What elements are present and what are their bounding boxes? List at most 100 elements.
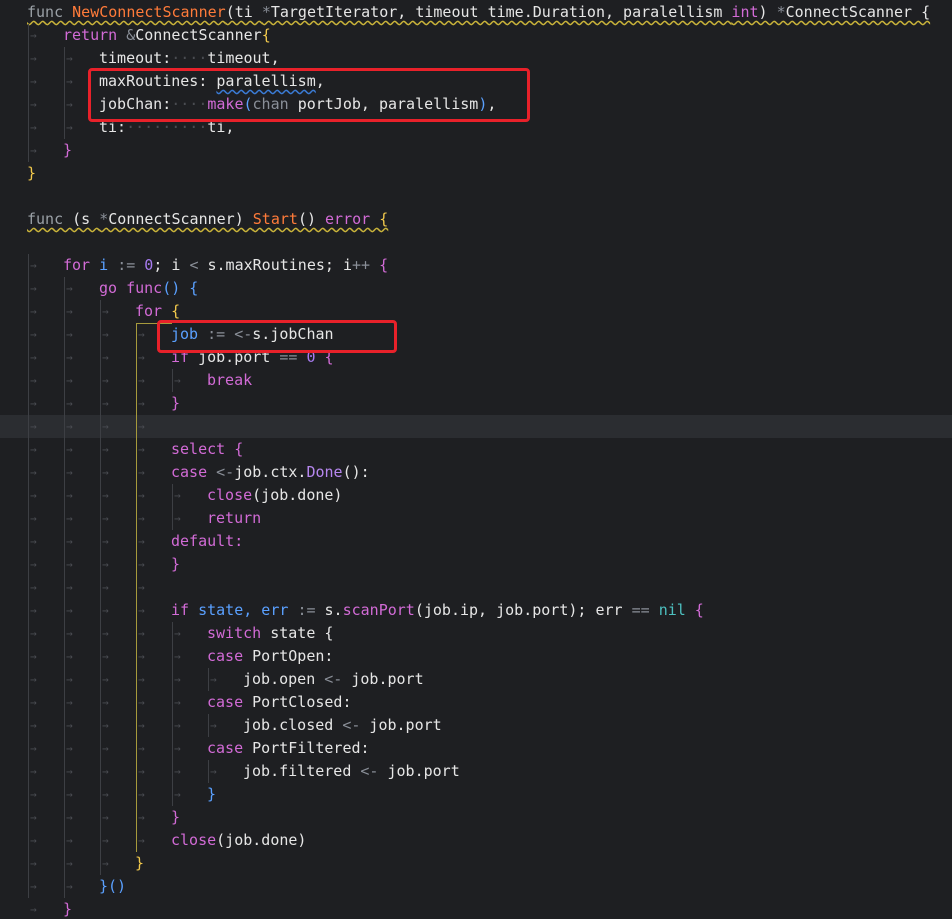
tab-marker-icon: → bbox=[102, 673, 109, 686]
code-token: case bbox=[207, 693, 253, 711]
code-line[interactable]: } bbox=[0, 162, 952, 185]
indent-guide bbox=[208, 760, 209, 783]
code-line[interactable]: → → → → select { bbox=[0, 438, 952, 461]
code-editor[interactable]: func NewConnectScanner(ti *TargetIterato… bbox=[0, 0, 952, 919]
code-line[interactable]: → → → → → case PortOpen: bbox=[0, 645, 952, 668]
code-token: switch bbox=[207, 624, 271, 642]
code-line[interactable]: → → → → → switch state { bbox=[0, 622, 952, 645]
code-token: PortClosed: bbox=[252, 693, 352, 711]
code-line[interactable] bbox=[0, 231, 952, 254]
tab-marker-icon: → bbox=[138, 719, 145, 732]
code-line[interactable]: → → → → →} bbox=[0, 783, 952, 806]
tab-marker-icon: → bbox=[30, 144, 37, 157]
code-token: close bbox=[207, 486, 253, 504]
tab-marker-icon: → bbox=[66, 328, 73, 341]
code-token: func bbox=[27, 210, 73, 228]
code-line[interactable]: → → timeout:····timeout, bbox=[0, 47, 952, 70]
tab-marker-icon: → bbox=[138, 765, 145, 778]
tab-marker-icon: → bbox=[30, 75, 37, 88]
tab-marker-icon: → bbox=[138, 673, 145, 686]
code-token: for bbox=[63, 256, 100, 274]
code-line[interactable]: → → → → case <-job.ctx.Done(): bbox=[0, 461, 952, 484]
code-line[interactable]: → → → → bbox=[0, 415, 952, 438]
tab-marker-icon: → bbox=[66, 512, 73, 525]
code-token: PortFiltered: bbox=[252, 739, 370, 757]
tab-marker-icon: → bbox=[66, 788, 73, 801]
code-line[interactable]: → →}() bbox=[0, 875, 952, 898]
indent-guide bbox=[100, 300, 101, 875]
code-token: Start bbox=[252, 210, 298, 228]
code-line[interactable]: → → → → if job.port == 0 { bbox=[0, 346, 952, 369]
code-line[interactable]: → return &ConnectScanner{ bbox=[0, 24, 952, 47]
tab-marker-icon: → bbox=[174, 719, 181, 732]
tab-marker-icon: → bbox=[138, 742, 145, 755]
code-text: } bbox=[171, 806, 180, 829]
code-line[interactable]: → → → → → break bbox=[0, 369, 952, 392]
tab-marker-icon: → bbox=[30, 742, 37, 755]
tab-marker-icon: → bbox=[102, 742, 109, 755]
code-text: break bbox=[207, 369, 252, 392]
tab-marker-icon: → bbox=[102, 857, 109, 870]
tab-marker-icon: → bbox=[174, 512, 181, 525]
code-line[interactable]: → → → → job := <-s.jobChan bbox=[0, 323, 952, 346]
tab-marker-icon: → bbox=[102, 420, 109, 433]
tab-marker-icon: → bbox=[30, 788, 37, 801]
code-line[interactable]: → → → → → → job.open <- job.port bbox=[0, 668, 952, 691]
code-line[interactable]: → → →} bbox=[0, 852, 952, 875]
tab-marker-icon: → bbox=[102, 788, 109, 801]
code-line[interactable]: → → → → default: bbox=[0, 530, 952, 553]
code-line[interactable]: → → go func() { bbox=[0, 277, 952, 300]
tab-marker-icon: → bbox=[30, 581, 37, 594]
tab-marker-icon: → bbox=[210, 765, 217, 778]
tab-marker-icon: → bbox=[138, 650, 145, 663]
code-line[interactable]: →} bbox=[0, 898, 952, 919]
indent-guide bbox=[172, 484, 173, 530]
code-line[interactable]: → → → → → close(job.done) bbox=[0, 484, 952, 507]
code-line[interactable]: → → → →} bbox=[0, 553, 952, 576]
code-line[interactable]: func NewConnectScanner(ti *TargetIterato… bbox=[0, 1, 952, 24]
tab-marker-icon: → bbox=[138, 696, 145, 709]
tab-marker-icon: → bbox=[66, 52, 73, 65]
tab-marker-icon: → bbox=[102, 765, 109, 778]
code-text: case PortOpen: bbox=[207, 645, 333, 668]
code-line[interactable]: → → → →} bbox=[0, 806, 952, 829]
tab-marker-icon: → bbox=[66, 673, 73, 686]
tab-marker-icon: → bbox=[138, 420, 145, 433]
code-line[interactable]: → → → → → return bbox=[0, 507, 952, 530]
code-token: (ti bbox=[225, 3, 262, 21]
code-text: switch state { bbox=[207, 622, 333, 645]
code-line[interactable]: → for i := 0; i < s.maxRoutines; i++ { bbox=[0, 254, 952, 277]
code-token: job.port bbox=[378, 762, 460, 780]
code-line[interactable]: → → → →} bbox=[0, 392, 952, 415]
code-line[interactable]: → → → → if state, err := s.scanPort(job.ip, … bbox=[0, 599, 952, 622]
tab-marker-icon: → bbox=[138, 489, 145, 502]
tab-marker-icon: → bbox=[66, 374, 73, 387]
code-text: return bbox=[207, 507, 261, 530]
code-line[interactable]: → → → → → → job.filtered <- job.port bbox=[0, 760, 952, 783]
code-line[interactable]: func (s *ConnectScanner) Start() error { bbox=[0, 208, 952, 231]
indent-guide bbox=[28, 24, 29, 162]
code-line[interactable]: → → → → close(job.done) bbox=[0, 829, 952, 852]
code-line[interactable] bbox=[0, 185, 952, 208]
code-line[interactable]: → → → → → case PortClosed: bbox=[0, 691, 952, 714]
code-line[interactable]: → → → → bbox=[0, 576, 952, 599]
indent-guide bbox=[64, 277, 65, 898]
code-line[interactable]: →} bbox=[0, 139, 952, 162]
tab-marker-icon: → bbox=[66, 397, 73, 410]
tab-marker-icon: → bbox=[66, 742, 73, 755]
code-text: case PortFiltered: bbox=[207, 737, 370, 760]
code-token: () { bbox=[162, 279, 199, 297]
code-token: s.maxRoutines; i bbox=[198, 256, 352, 274]
code-token: ConnectScanner bbox=[135, 26, 262, 44]
tab-marker-icon: → bbox=[210, 673, 217, 686]
tab-marker-icon: → bbox=[174, 696, 181, 709]
code-line[interactable]: → → → → → → job.closed <- job.port bbox=[0, 714, 952, 737]
code-token: ···· bbox=[171, 49, 208, 67]
code-line[interactable]: → → → for { bbox=[0, 300, 952, 323]
code-line[interactable]: → → → → → case PortFiltered: bbox=[0, 737, 952, 760]
tab-marker-icon: → bbox=[102, 558, 109, 571]
code-token: { bbox=[234, 440, 244, 458]
indent-guide bbox=[208, 668, 209, 691]
